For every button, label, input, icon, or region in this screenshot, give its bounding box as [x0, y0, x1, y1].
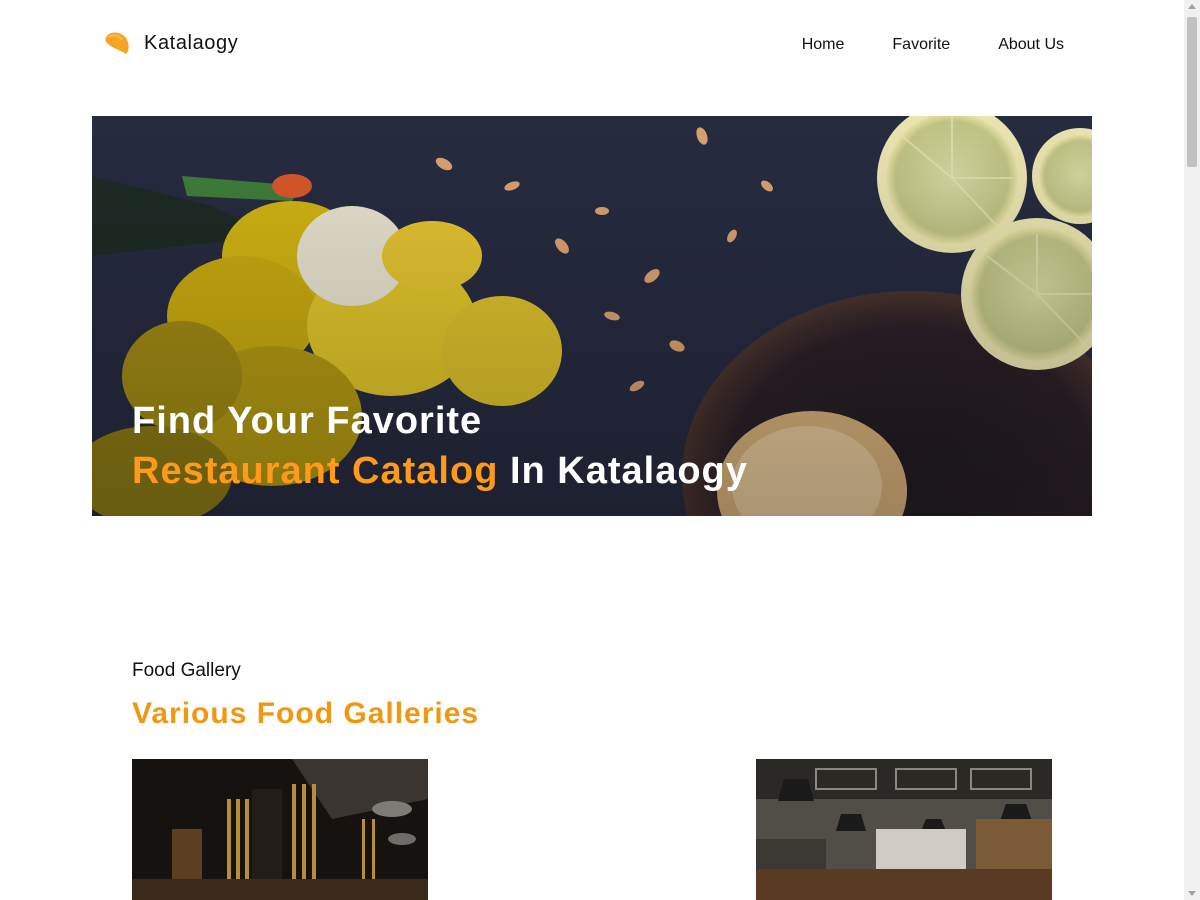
- site-header: Katalaogy Home Favorite About Us: [0, 0, 1184, 92]
- gallery-card[interactable]: [132, 759, 428, 900]
- scroll-up-arrow-icon[interactable]: [1188, 4, 1196, 9]
- brand-name: Katalaogy: [144, 31, 239, 54]
- hero-banner: Find Your Favorite Restaurant Catalog In…: [92, 116, 1092, 516]
- gallery-card[interactable]: [756, 759, 1052, 900]
- logo-icon: [105, 32, 129, 54]
- hero-title-line2: Restaurant Catalog In Katalaogy: [132, 446, 748, 496]
- gallery-image-cafe-interior: [756, 759, 1052, 900]
- hero-title: Find Your Favorite Restaurant Catalog In…: [132, 396, 748, 496]
- hero-title-rest: In Katalaogy: [498, 450, 748, 492]
- gallery-title: Various Food Galleries: [132, 697, 480, 730]
- scroll-thumb[interactable]: [1187, 17, 1197, 167]
- scroll-down-arrow-icon[interactable]: [1188, 891, 1196, 896]
- page-scrollbar[interactable]: [1184, 0, 1200, 900]
- gallery-image-restaurant-interior: [132, 759, 428, 900]
- main-nav: Home Favorite About Us: [802, 36, 1064, 54]
- nav-about-us-link[interactable]: About Us: [998, 36, 1064, 54]
- brand[interactable]: Katalaogy: [104, 30, 238, 56]
- hero-title-accent: Restaurant Catalog: [132, 450, 499, 492]
- hero-title-line1: Find Your Favorite: [132, 400, 483, 442]
- gallery-kicker: Food Gallery: [132, 660, 241, 681]
- nav-favorite-link[interactable]: Favorite: [892, 36, 950, 54]
- nav-home-link[interactable]: Home: [802, 36, 845, 54]
